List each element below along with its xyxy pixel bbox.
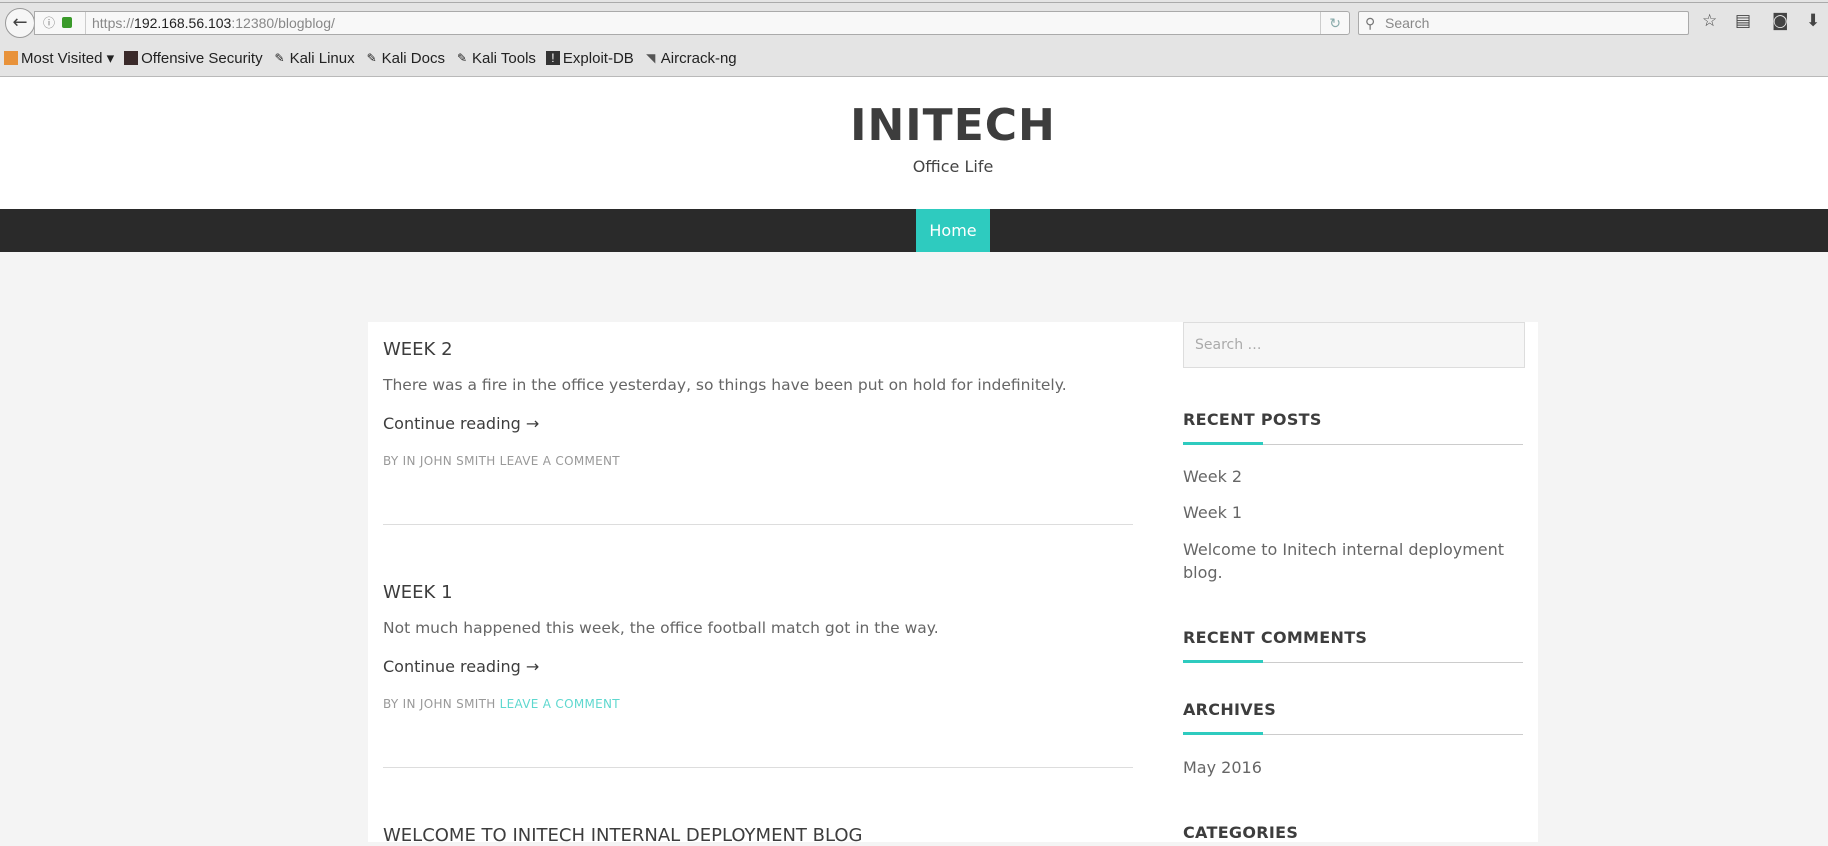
- url-bar[interactable]: ⓘ https://192.168.56.103:12380/blogblog/…: [34, 11, 1350, 35]
- bookmark-star-icon[interactable]: ☆: [1702, 11, 1717, 31]
- post-meta: BY IN JOHN SMITH LEAVE A COMMENT: [383, 454, 620, 468]
- kali-dragon-icon: ✎: [456, 51, 468, 65]
- browser-search-input[interactable]: ⚲ Search: [1358, 11, 1689, 35]
- bookmark-kali-tools[interactable]: ✎ Kali Tools: [455, 50, 536, 67]
- pocket-icon[interactable]: ◙: [1772, 11, 1789, 31]
- site-title[interactable]: INITECH: [0, 100, 1828, 151]
- search-icon: ⚲: [1365, 15, 1376, 31]
- offsec-icon: [124, 51, 139, 65]
- bookmark-label: Kali Docs: [381, 49, 445, 67]
- widget-underline: [1183, 660, 1523, 663]
- widget-underline: [1183, 732, 1523, 735]
- meta-by: BY IN: [383, 454, 420, 468]
- bookmark-kali-docs[interactable]: ✎ Kali Docs: [365, 50, 445, 67]
- bookmarks-toolbar: Most Visited ▾ Offensive Security ✎ Kali …: [4, 47, 737, 69]
- archive-link[interactable]: May 2016: [1183, 756, 1513, 779]
- post-title[interactable]: WEEK 2: [383, 339, 453, 360]
- post-divider: [383, 767, 1133, 768]
- bookmark-aircrack-ng[interactable]: ◥ Aircrack-ng: [644, 49, 737, 67]
- kali-dragon-icon: ✎: [274, 51, 285, 65]
- bookmark-label: Exploit-DB: [562, 49, 634, 67]
- exploit-db-icon: !: [545, 51, 560, 65]
- url-path: :12380/blogblog/: [231, 15, 335, 31]
- post-title[interactable]: WELCOME TO INITECH INTERNAL DEPLOYMENT B…: [383, 825, 863, 846]
- bookmark-most-visited[interactable]: Most Visited ▾: [4, 49, 114, 67]
- widget-underline: [1183, 442, 1523, 445]
- post-title[interactable]: WEEK 1: [383, 582, 453, 603]
- bookmark-offensive-security[interactable]: Offensive Security: [124, 49, 263, 67]
- reload-icon[interactable]: ↻: [1320, 12, 1341, 34]
- back-button[interactable]: ←: [5, 8, 35, 38]
- bookmark-label: Most Visited ▾: [21, 50, 115, 67]
- bookmark-kali-linux[interactable]: ✎ Kali Linux: [273, 50, 355, 67]
- post-excerpt: There was a fire in the office yesterday…: [383, 376, 1067, 394]
- url-text[interactable]: https://192.168.56.103:12380/blogblog/: [85, 12, 335, 34]
- search-placeholder: Search: [1385, 15, 1430, 31]
- kali-dragon-icon: ✎: [366, 51, 377, 65]
- aircrack-icon: ◥: [646, 51, 656, 65]
- post-divider: [383, 524, 1133, 525]
- bookmark-label: Offensive Security: [141, 49, 263, 67]
- reader-list-icon[interactable]: ▤: [1735, 11, 1751, 31]
- url-scheme: https://: [92, 15, 135, 31]
- meta-by: BY IN: [383, 697, 420, 711]
- recent-post-link[interactable]: Week 1: [1183, 501, 1513, 524]
- author-link[interactable]: JOHN SMITH: [420, 454, 496, 468]
- nav-home[interactable]: Home: [916, 209, 990, 252]
- bookmark-label: Aircrack-ng: [660, 49, 737, 67]
- recent-post-link[interactable]: Welcome to Initech internal deployment b…: [1183, 538, 1513, 584]
- folder-icon: [4, 51, 18, 65]
- author-link[interactable]: JOHN SMITH: [420, 697, 496, 711]
- info-icon[interactable]: ⓘ: [43, 12, 55, 34]
- bookmark-label: Kali Tools: [471, 49, 536, 67]
- site-tagline: Office Life: [912, 157, 994, 176]
- widget-title-recent-comments: RECENT COMMENTS: [1183, 628, 1368, 647]
- continue-reading-link[interactable]: Continue reading →: [383, 657, 539, 676]
- continue-reading-link[interactable]: Continue reading →: [383, 414, 539, 433]
- url-host: 192.168.56.103: [134, 15, 232, 31]
- leave-comment-link[interactable]: LEAVE A COMMENT: [500, 697, 620, 711]
- sidebar-search-input[interactable]: Search …: [1183, 322, 1525, 368]
- widget-title-archives: ARCHIVES: [1183, 700, 1277, 719]
- lock-icon: [62, 17, 72, 28]
- widget-title-recent-posts: RECENT POSTS: [1183, 410, 1322, 429]
- post-meta: BY IN JOHN SMITH LEAVE A COMMENT: [383, 697, 620, 711]
- recent-post-link[interactable]: Week 2: [1183, 465, 1513, 488]
- bookmark-label: Kali Linux: [289, 49, 355, 67]
- leave-comment-link[interactable]: LEAVE A COMMENT: [500, 454, 620, 468]
- post-excerpt: Not much happened this week, the office …: [383, 619, 939, 637]
- download-icon[interactable]: ⬇: [1806, 11, 1820, 31]
- bookmark-exploit-db[interactable]: ! Exploit-DB: [545, 49, 634, 67]
- main-nav: [0, 209, 1828, 252]
- tab-strip-border: [0, 2, 1828, 3]
